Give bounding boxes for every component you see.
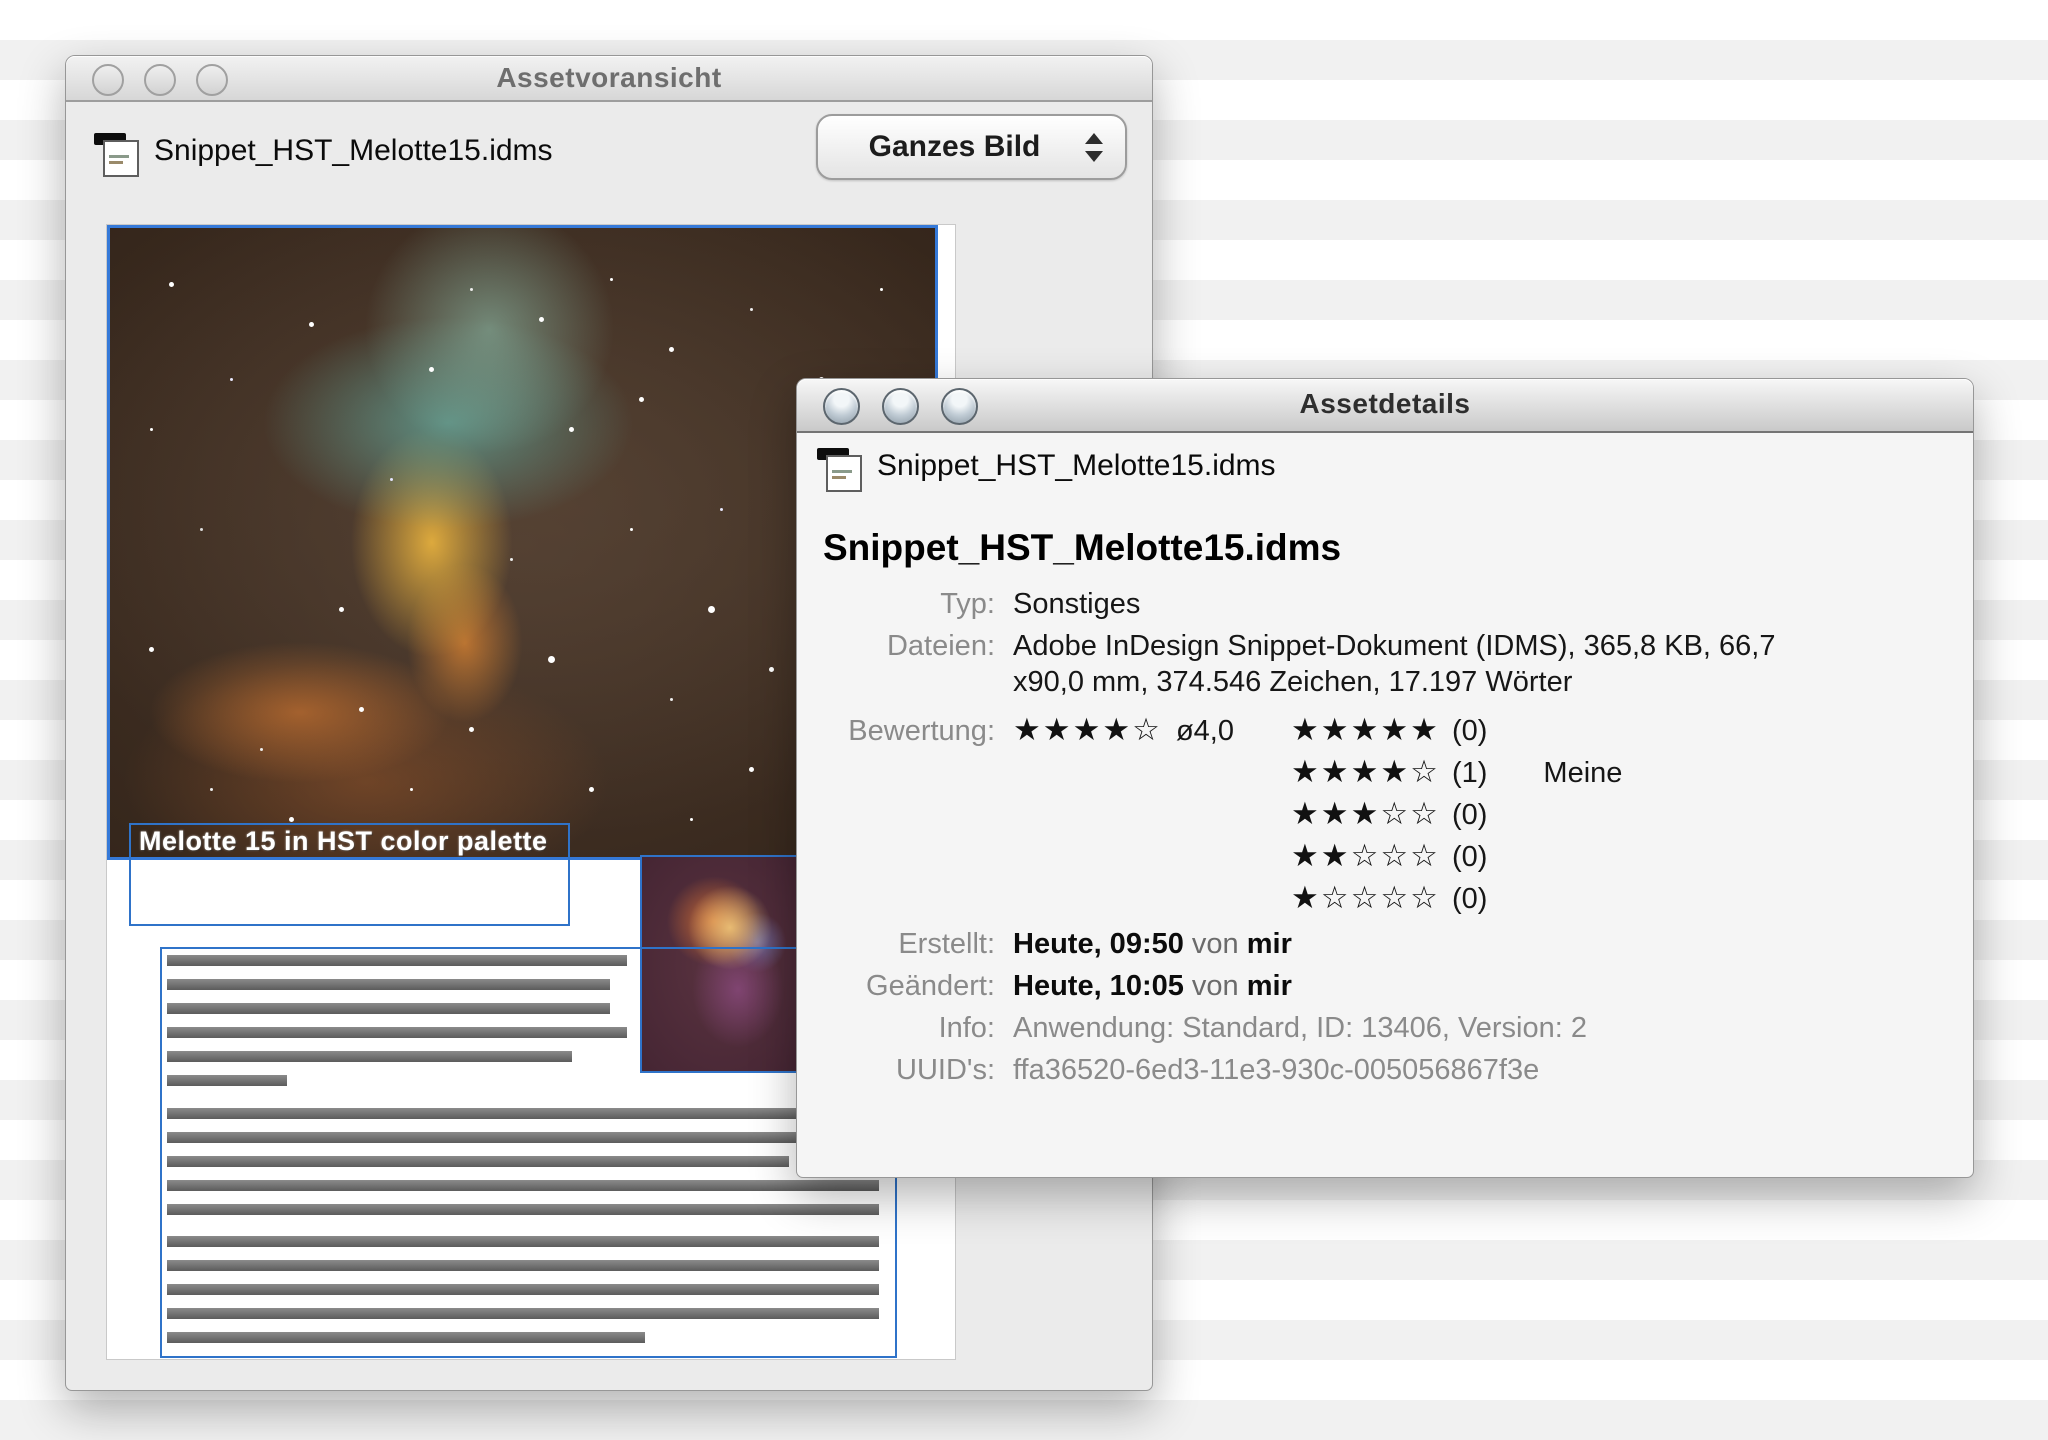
created-time: Heute, 09:50 (1013, 928, 1184, 960)
detail-row-typ: Typ: Sonstiges (823, 586, 1140, 622)
rating-note: Meine (1543, 757, 1622, 790)
window-title: Assetvoransicht (66, 62, 1152, 94)
detail-row-dateien: Dateien: Adobe InDesign Snippet-Dokument… (823, 628, 1775, 700)
detail-row-erstellt: Erstellt: Heute, 09:50 von mir (823, 926, 1292, 962)
greeked-text-line (167, 1132, 879, 1143)
details-titlebar[interactable]: Assetdetails (797, 379, 1973, 433)
rating-histogram-row-5: ★★★★★ (0) (1291, 712, 1543, 748)
row-label: Erstellt: (823, 926, 995, 962)
rating-histogram-row-4: ★★★★☆ (1) Meine (1291, 754, 1622, 790)
row-label: Geändert: (823, 968, 995, 1004)
greeked-text-line (167, 1051, 572, 1062)
row-value: Heute, 09:50 von mir (1013, 926, 1292, 962)
desktop: Assetvoransicht Snippet_HST_Melotte15.id… (0, 0, 2048, 1440)
snippet-file-icon (817, 441, 863, 491)
row-label: Bewertung: (823, 713, 995, 749)
modified-time: Heute, 10:05 (1013, 970, 1184, 1002)
star-rating-icon: ★★★★★ (1291, 712, 1440, 748)
greeked-text-line (167, 1108, 879, 1119)
asset-heading: Snippet_HST_Melotte15.idms (823, 527, 1341, 569)
row-label: Typ: (823, 586, 995, 622)
greeked-text-line (167, 1284, 879, 1295)
greeked-text-line (167, 1027, 627, 1038)
rating-count: (0) (1452, 883, 1487, 916)
greeked-text-line (167, 1332, 645, 1343)
star-field (110, 228, 113, 231)
greeked-text-line (167, 1204, 879, 1215)
rating-histogram-row-1: ★☆☆☆☆ (0) (1291, 880, 1543, 916)
star-rating-icon: ★★★★☆ (1291, 754, 1440, 790)
asset-details-window: Assetdetails Snippet_HST_Melotte15.idms … (796, 378, 1974, 1178)
greeked-text-line (167, 1236, 879, 1247)
greeked-text-line (167, 1003, 610, 1014)
detail-row-rating: Bewertung: ★★★★☆ ø4,0 (823, 712, 1234, 749)
zoom-mode-value: Ganzes Bild (869, 130, 1041, 164)
row-value: Adobe InDesign Snippet-Dokument (IDMS), … (1013, 628, 1775, 700)
rating-histogram-row-3: ★★★☆☆ (0) (1291, 796, 1543, 832)
greeked-text-line (167, 955, 627, 966)
star-rating-icon: ★☆☆☆☆ (1291, 880, 1440, 916)
detail-row-info: Info: Anwendung: Standard, ID: 13406, Ve… (823, 1010, 1587, 1046)
average-rating[interactable]: ★★★★☆ ø4,0 (1013, 712, 1234, 749)
stepper-arrows-icon (1085, 116, 1103, 178)
row-label: Info: (823, 1010, 995, 1046)
file-name: Snippet_HST_Melotte15.idms (877, 449, 1276, 483)
file-name: Snippet_HST_Melotte15.idms (154, 134, 553, 168)
rating-count: (0) (1452, 799, 1487, 832)
greeked-text-line (167, 979, 610, 990)
preview-titlebar[interactable]: Assetvoransicht (66, 56, 1152, 102)
file-row: Snippet_HST_Melotte15.idms (94, 126, 553, 176)
greeked-text-line (167, 1075, 287, 1086)
rating-histogram-row-2: ★★☆☆☆ (0) (1291, 838, 1543, 874)
row-value: Sonstiges (1013, 586, 1140, 622)
row-value: ffa36520-6ed3-11e3-930c-005056867f3e (1013, 1052, 1539, 1088)
modified-von: von (1192, 970, 1239, 1002)
star-rating-icon: ★★☆☆☆ (1291, 838, 1440, 874)
file-row: Snippet_HST_Melotte15.idms (817, 441, 1276, 491)
greeked-text-line (167, 1308, 879, 1319)
star-rating-icon: ★★★☆☆ (1291, 796, 1440, 832)
created-von: von (1192, 928, 1239, 960)
caption-text-frame: Melotte 15 in HST color palette (129, 823, 570, 926)
greeked-text-line (167, 1260, 879, 1271)
detail-row-uuid: UUID's: ffa36520-6ed3-11e3-930c-00505686… (823, 1052, 1539, 1088)
row-value: Heute, 10:05 von mir (1013, 968, 1292, 1004)
greeked-text-line (167, 1156, 789, 1167)
average-rating-value: ø4,0 (1176, 713, 1234, 749)
star-rating-icon: ★★★★☆ (1013, 712, 1162, 748)
dateien-line1: Adobe InDesign Snippet-Dokument (IDMS), … (1013, 628, 1775, 664)
dateien-line2: x90,0 mm, 374.546 Zeichen, 17.197 Wörter (1013, 664, 1775, 700)
rating-count: (0) (1452, 715, 1487, 748)
rating-count: (0) (1452, 841, 1487, 874)
created-user: mir (1247, 928, 1292, 960)
row-label: UUID's: (823, 1052, 995, 1088)
row-label: Dateien: (823, 628, 995, 664)
window-title: Assetdetails (797, 388, 1973, 420)
row-value: Anwendung: Standard, ID: 13406, Version:… (1013, 1010, 1587, 1046)
greeked-text-line (167, 1180, 879, 1191)
snippet-file-icon (94, 126, 140, 176)
modified-user: mir (1247, 970, 1292, 1002)
rating-count: (1) (1452, 757, 1487, 790)
detail-row-geaendert: Geändert: Heute, 10:05 von mir (823, 968, 1292, 1004)
zoom-mode-select[interactable]: Ganzes Bild (816, 114, 1127, 180)
image-caption: Melotte 15 in HST color palette (139, 826, 548, 857)
